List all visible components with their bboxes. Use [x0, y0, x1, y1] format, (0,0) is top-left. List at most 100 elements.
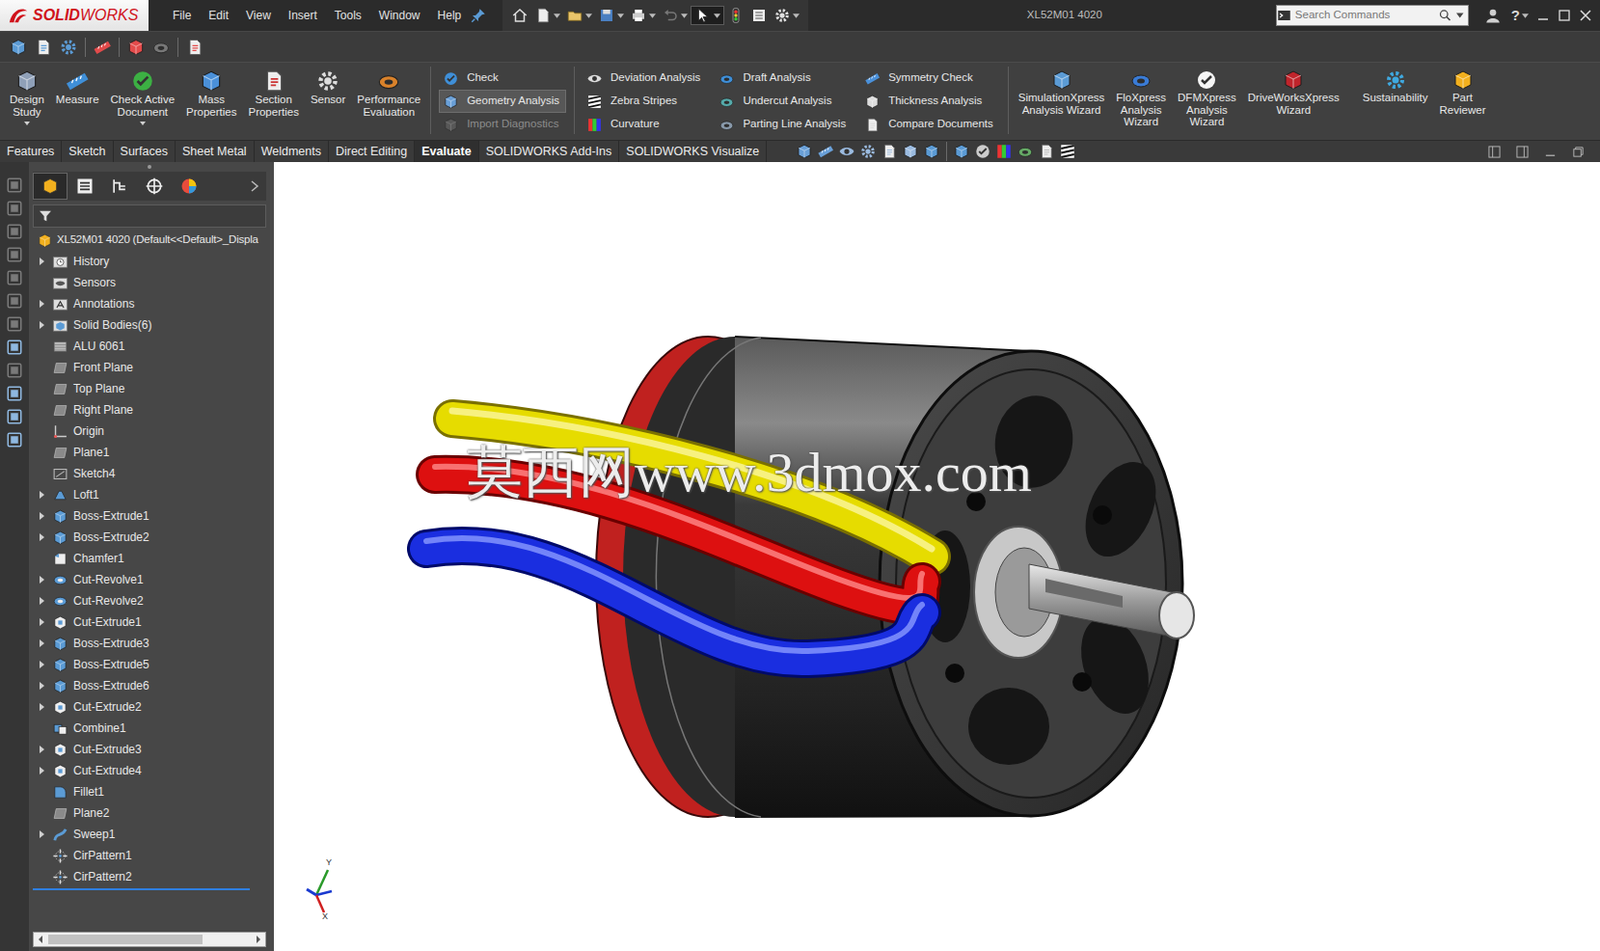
expand-arrow[interactable]	[34, 696, 49, 718]
view-tool-icon[interactable]	[795, 142, 814, 161]
tree-item[interactable]: Fillet1	[28, 781, 271, 803]
ribbon-label[interactable]: Performance	[356, 93, 421, 107]
ribbon-command[interactable]: Geometry Analysis	[438, 89, 567, 113]
print-button[interactable]	[626, 6, 659, 25]
close-icon[interactable]	[1578, 8, 1593, 23]
filter-input[interactable]	[56, 206, 266, 226]
task-pane-icon[interactable]	[5, 269, 24, 287]
ribbon-label[interactable]: Properties	[247, 106, 299, 119]
help-label[interactable]: ?	[1509, 4, 1522, 28]
tree-item[interactable]: Boss-Extrude5	[28, 653, 271, 676]
expand-arrow[interactable]	[34, 759, 49, 782]
expand-arrow[interactable]	[34, 844, 49, 867]
tree-item[interactable]: Solid Bodies(6)	[28, 314, 271, 336]
ribbon-label[interactable]: FloXpress	[1115, 91, 1167, 105]
tree-item[interactable]: Cut-Extrude4	[28, 759, 271, 782]
menu-item[interactable]: Tools	[325, 6, 371, 25]
ribbon-command[interactable]: Compare Documents	[860, 112, 1001, 136]
ribbon-button[interactable]: DFMXpressAnalysisWizard	[1171, 66, 1243, 131]
expand-arrow[interactable]	[34, 738, 49, 760]
tree-item-label[interactable]: Boss-Extrude1	[73, 507, 150, 525]
ribbon-button[interactable]: DesignStudy	[3, 66, 51, 128]
tree-item-label[interactable]: Cut-Extrude1	[73, 613, 142, 631]
view-tool-icon[interactable]	[952, 142, 971, 161]
scroll-right-button[interactable]	[251, 935, 266, 944]
tree-item-label[interactable]: Annotations	[73, 295, 135, 313]
maximize-icon[interactable]	[1557, 8, 1572, 23]
minimize-icon[interactable]	[1544, 145, 1557, 159]
tree-item-label[interactable]: Cut-Extrude4	[73, 761, 142, 780]
command-tab[interactable]: Features	[0, 140, 62, 163]
tree-item[interactable]: Sketch4	[28, 462, 271, 485]
task-pane-icon[interactable]	[5, 315, 24, 333]
ribbon-command[interactable]: Check	[438, 66, 567, 90]
menu-item[interactable]: Edit	[199, 6, 238, 25]
tree-item[interactable]: Cut-Revolve2	[28, 590, 271, 612]
tree-item-label[interactable]: Sweep1	[73, 825, 115, 843]
tree-item-label[interactable]: Right Plane	[73, 401, 134, 419]
ribbon-label[interactable]: Study	[12, 106, 41, 119]
tree-item[interactable]: Plane2	[28, 802, 271, 824]
ribbon-label[interactable]: DFMXpress	[1177, 91, 1237, 105]
tree-item[interactable]: History	[28, 250, 271, 272]
ribbon-label[interactable]: Check	[466, 69, 499, 86]
ribbon-command[interactable]: Symmetry Check	[860, 66, 1001, 90]
tree-item[interactable]: Cut-Extrude3	[28, 738, 271, 760]
expand-arrow[interactable]	[34, 505, 49, 527]
expand-arrow[interactable]	[34, 441, 49, 463]
command-tab[interactable]: Direct Editing	[328, 140, 415, 163]
tree-item-label[interactable]: Plane1	[73, 443, 109, 462]
ribbon-label[interactable]: Document	[117, 106, 168, 119]
task-pane-icon[interactable]	[5, 245, 24, 264]
tree-item-label[interactable]: Fillet1	[73, 783, 105, 801]
view-tool-icon[interactable]	[995, 142, 1013, 161]
ribbon-button[interactable]: SectionProperties	[242, 66, 304, 128]
ribbon-label[interactable]: Section	[255, 93, 293, 107]
pane-right-icon[interactable]	[1516, 145, 1529, 159]
ribbon-label[interactable]: Analysis	[1186, 104, 1228, 117]
view-tool-icon[interactable]	[838, 142, 856, 161]
dropdown-caret[interactable]	[139, 121, 146, 126]
expand-arrow[interactable]	[34, 356, 49, 379]
ribbon-button[interactable]: PartReviewer	[1434, 66, 1492, 118]
task-pane-icon[interactable]	[5, 431, 24, 449]
ribbon-button[interactable]: Sustainability	[1356, 66, 1435, 107]
minimize-icon[interactable]	[1536, 8, 1550, 23]
ribbon-label[interactable]: Sustainability	[1362, 91, 1429, 105]
tree-item-label[interactable]: Cut-Revolve1	[73, 570, 144, 589]
panel-grip[interactable]	[28, 162, 271, 172]
expand-arrow[interactable]	[34, 547, 49, 570]
tree-item-label[interactable]: Boss-Extrude3	[73, 634, 150, 652]
expand-arrow[interactable]	[34, 632, 49, 654]
expand-arrow[interactable]	[34, 675, 49, 697]
expand-arrow[interactable]	[34, 250, 49, 272]
command-tab[interactable]: SOLIDWORKS Add-Ins	[479, 140, 621, 163]
rollback-bar[interactable]	[32, 888, 250, 891]
tree-item-label[interactable]: Origin	[73, 422, 105, 440]
view-tool-icon[interactable]	[1058, 142, 1077, 161]
menu-item[interactable]: File	[163, 6, 200, 25]
command-tab[interactable]: SOLIDWORKS Visualize	[619, 140, 767, 163]
ribbon-label[interactable]: Part	[1452, 91, 1473, 105]
ribbon-label[interactable]: Wizard	[1275, 104, 1311, 117]
tree-item-label[interactable]: Front Plane	[73, 358, 134, 377]
expand-arrow[interactable]	[34, 314, 49, 336]
app-logo[interactable]: SOLIDWORKS	[0, 0, 149, 31]
tree-item-label[interactable]: ALU 6061	[73, 337, 125, 355]
ribbon-label[interactable]: Analysis Wizard	[1022, 104, 1102, 117]
command-tab[interactable]: Sketch	[61, 140, 113, 163]
help-button[interactable]: ?	[1509, 4, 1529, 28]
ribbon-label[interactable]: Evaluation	[362, 106, 415, 119]
scroll-left-button[interactable]	[33, 935, 48, 944]
ribbon-label[interactable]: Deviation Analysis	[610, 69, 701, 86]
panel-tab[interactable]	[67, 172, 103, 200]
menu-item[interactable]: Help	[429, 6, 471, 25]
expand-arrow[interactable]	[34, 569, 49, 591]
ribbon-label[interactable]: Thickness Analysis	[888, 92, 982, 109]
expand-arrow[interactable]	[34, 462, 49, 485]
task-pane-icon[interactable]	[5, 292, 24, 310]
ribbon-label[interactable]: Sensor	[310, 93, 346, 107]
expand-arrow[interactable]	[34, 526, 49, 548]
ribbon-button[interactable]: Check ActiveDocument	[105, 66, 181, 128]
ribbon-label[interactable]: Mass	[198, 93, 225, 107]
